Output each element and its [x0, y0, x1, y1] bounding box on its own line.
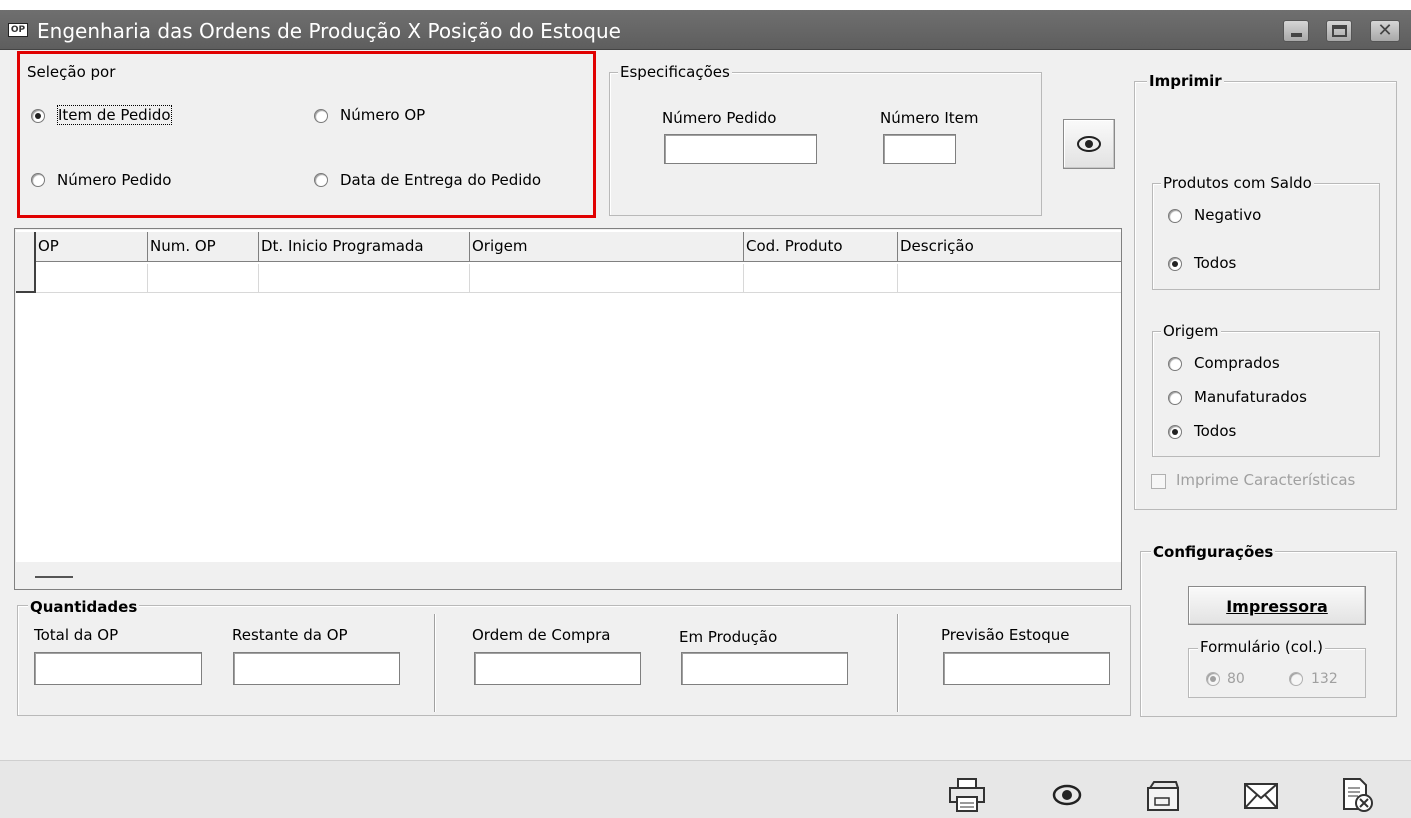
- radio-item-pedido[interactable]: [31, 109, 45, 123]
- produtos-saldo-label: Produtos com Saldo: [1161, 174, 1314, 192]
- eye-icon: [1077, 136, 1101, 152]
- selecao-group: [22, 72, 590, 212]
- radio-numero-op[interactable]: [314, 109, 328, 123]
- radio-negativo-label[interactable]: Negativo: [1194, 206, 1261, 224]
- formulario-label: Formulário (col.): [1198, 638, 1325, 656]
- ordem-compra-input[interactable]: [474, 652, 641, 685]
- numero-item-input[interactable]: [883, 134, 956, 164]
- configuracoes-label: Configurações: [1151, 543, 1276, 561]
- app-icon: OP: [8, 23, 28, 37]
- printer-icon: [949, 778, 985, 812]
- radio-formulario-80-label[interactable]: 80: [1227, 671, 1245, 687]
- grid-header-dt-inicio[interactable]: Dt. Inicio Programada: [259, 232, 470, 262]
- radio-comprados[interactable]: [1168, 357, 1182, 371]
- preview-button[interactable]: [1063, 119, 1115, 169]
- separator: [434, 614, 436, 712]
- radio-numero-op-label[interactable]: Número OP: [340, 106, 425, 124]
- radio-numero-pedido-label[interactable]: Número Pedido: [57, 171, 171, 189]
- close-report-button[interactable]: [1336, 776, 1380, 814]
- preview-toolbar-button[interactable]: [1045, 776, 1089, 814]
- restante-op-label: Restante da OP: [232, 626, 348, 644]
- radio-manufaturados-label[interactable]: Manufaturados: [1194, 388, 1307, 406]
- radio-data-entrega-label[interactable]: Data de Entrega do Pedido: [340, 171, 541, 189]
- window-title: Engenharia das Ordens de Produção X Posi…: [37, 19, 621, 43]
- row-indicator: [16, 232, 36, 293]
- close-icon: ✕: [1377, 20, 1393, 41]
- grid-resize-handle[interactable]: [35, 576, 73, 578]
- maximize-button[interactable]: [1326, 20, 1352, 42]
- em-producao-input[interactable]: [681, 652, 848, 685]
- grid-cell[interactable]: [470, 264, 744, 293]
- numero-item-label: Número Item: [880, 109, 979, 127]
- selecao-label: Seleção por: [25, 63, 118, 81]
- especificacoes-label: Especificações: [618, 63, 732, 81]
- ordem-compra-label: Ordem de Compra: [472, 626, 611, 644]
- numero-pedido-input[interactable]: [664, 134, 817, 164]
- imprime-caracteristicas-label: Imprime Características: [1176, 471, 1356, 489]
- close-window-button[interactable]: ✕: [1370, 20, 1400, 42]
- email-icon: [1244, 783, 1278, 809]
- imprime-caracteristicas-checkbox[interactable]: [1151, 474, 1166, 489]
- produtos-saldo-group: [1152, 183, 1380, 290]
- separator: [897, 614, 899, 712]
- radio-negativo[interactable]: [1168, 209, 1182, 223]
- print-button[interactable]: [946, 776, 990, 814]
- grid-header-op[interactable]: OP: [36, 232, 148, 262]
- minimize-button[interactable]: [1283, 20, 1309, 42]
- previsao-estoque-label: Previsão Estoque: [941, 626, 1070, 644]
- minimize-icon: [1291, 33, 1302, 37]
- radio-comprados-label[interactable]: Comprados: [1194, 354, 1280, 372]
- radio-formulario-132[interactable]: [1289, 672, 1303, 686]
- grid-header-cod-produto[interactable]: Cod. Produto: [744, 232, 898, 262]
- restante-op-input[interactable]: [233, 652, 400, 685]
- grid-cell[interactable]: [148, 264, 259, 293]
- close-document-icon: [1343, 778, 1373, 812]
- imprimir-label: Imprimir: [1147, 72, 1224, 90]
- top-strip: [0, 0, 1411, 10]
- folder-icon: [1147, 781, 1179, 811]
- grid-cell[interactable]: [898, 264, 1121, 293]
- grid-header-num-op[interactable]: Num. OP: [148, 232, 259, 262]
- quantidades-label: Quantidades: [28, 598, 140, 616]
- radio-formulario-132-label[interactable]: 132: [1311, 671, 1338, 687]
- previsao-estoque-input[interactable]: [943, 652, 1110, 685]
- save-file-button[interactable]: [1142, 776, 1186, 814]
- eye-icon: [1052, 784, 1082, 806]
- origem-label: Origem: [1161, 322, 1221, 340]
- radio-data-entrega[interactable]: [314, 173, 328, 187]
- grid-header-origem[interactable]: Origem: [470, 232, 744, 262]
- radio-item-pedido-label[interactable]: Item de Pedido: [57, 105, 172, 125]
- total-op-label: Total da OP: [34, 626, 119, 644]
- em-producao-label: Em Produção: [679, 628, 778, 646]
- numero-pedido-label: Número Pedido: [662, 109, 777, 127]
- radio-manufaturados[interactable]: [1168, 391, 1182, 405]
- radio-origem-todos[interactable]: [1168, 425, 1182, 439]
- radio-saldo-todos-label[interactable]: Todos: [1194, 254, 1236, 272]
- grid-cell[interactable]: [744, 264, 898, 293]
- email-button[interactable]: [1240, 776, 1284, 814]
- radio-saldo-todos[interactable]: [1168, 257, 1182, 271]
- grid-header-descricao[interactable]: Descrição: [898, 232, 1121, 262]
- maximize-icon: [1332, 25, 1347, 37]
- radio-formulario-80[interactable]: [1206, 672, 1220, 686]
- grid-cell[interactable]: [36, 264, 148, 293]
- total-op-input[interactable]: [34, 652, 202, 685]
- bottom-toolbar: [0, 760, 1411, 818]
- radio-origem-todos-label[interactable]: Todos: [1194, 422, 1236, 440]
- impressora-button[interactable]: Impressora: [1188, 586, 1366, 625]
- grid-cell[interactable]: [259, 264, 470, 293]
- radio-numero-pedido[interactable]: [31, 173, 45, 187]
